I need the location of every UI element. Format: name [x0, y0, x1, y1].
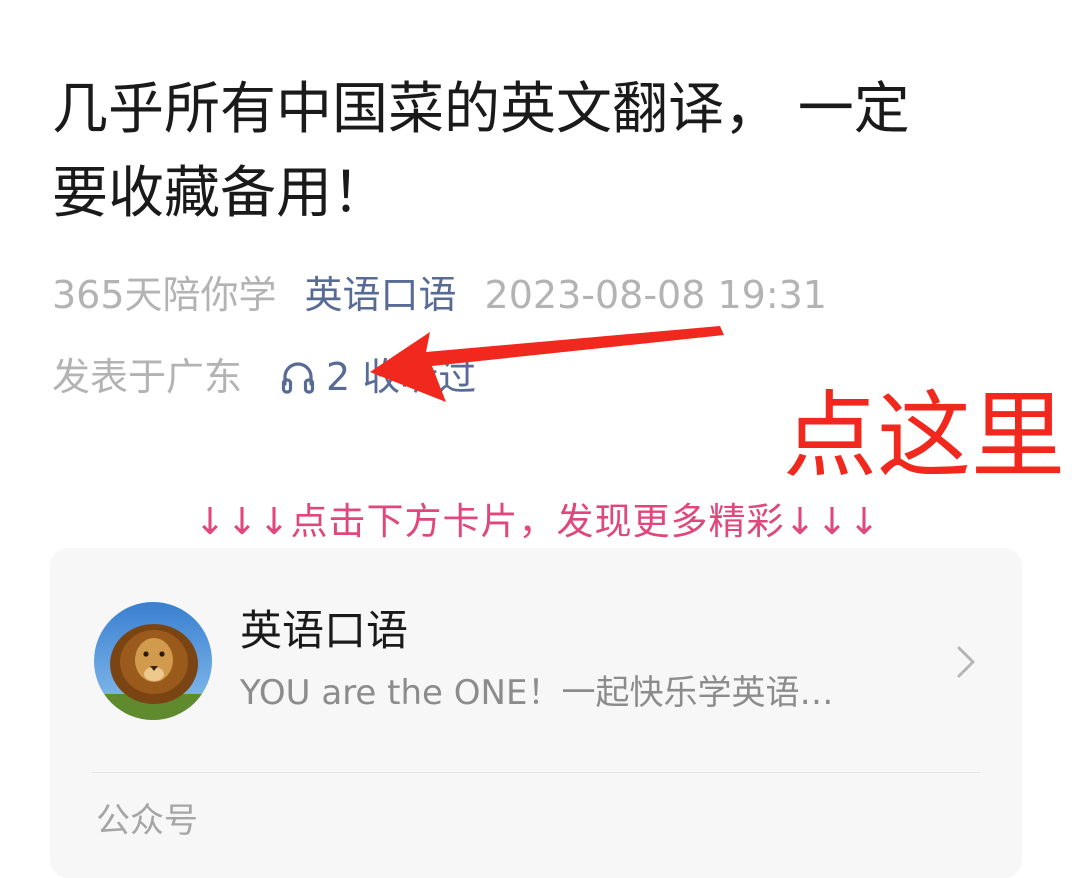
card-hint: ↓↓↓点击下方卡片，发现更多精彩↓↓↓ — [194, 500, 881, 543]
article-title: 几乎所有中国菜的英文翻译， 一定 要收藏备用！ — [52, 68, 1012, 236]
headphones-icon — [281, 362, 315, 394]
account-type-label: 公众号 — [96, 801, 198, 841]
card-divider — [92, 772, 980, 773]
article-title-line1: 几乎所有中国菜的英文翻译， 一定 — [52, 77, 910, 142]
publish-datetime: 2023-08-08 19:31 — [484, 273, 827, 317]
chevron-right-icon — [954, 644, 978, 684]
account-name: 英语口语 — [240, 606, 409, 655]
author-name: 365天陪你学 — [52, 273, 277, 317]
listen-count: 2 收听过 — [326, 355, 477, 399]
publish-location: 发表于广东 — [52, 355, 243, 399]
account-link[interactable]: 英语口语 — [305, 273, 457, 317]
account-description: YOU are the ONE！一起快乐学英语… — [240, 673, 834, 713]
lion-avatar-icon — [94, 602, 212, 720]
profile-card[interactable]: 英语口语 YOU are the ONE！一起快乐学英语… 公众号 — [50, 548, 1022, 878]
article-title-line2: 要收藏备用！ — [52, 161, 388, 226]
listen-button[interactable]: 2 收听过 — [280, 352, 476, 402]
callout-label: 点这里 — [783, 382, 1066, 491]
article-meta: 365天陪你学 英语口语 2023-08-08 19:31 — [52, 270, 827, 320]
article-meta-secondary: 发表于广东 2 收听过 — [52, 352, 476, 402]
